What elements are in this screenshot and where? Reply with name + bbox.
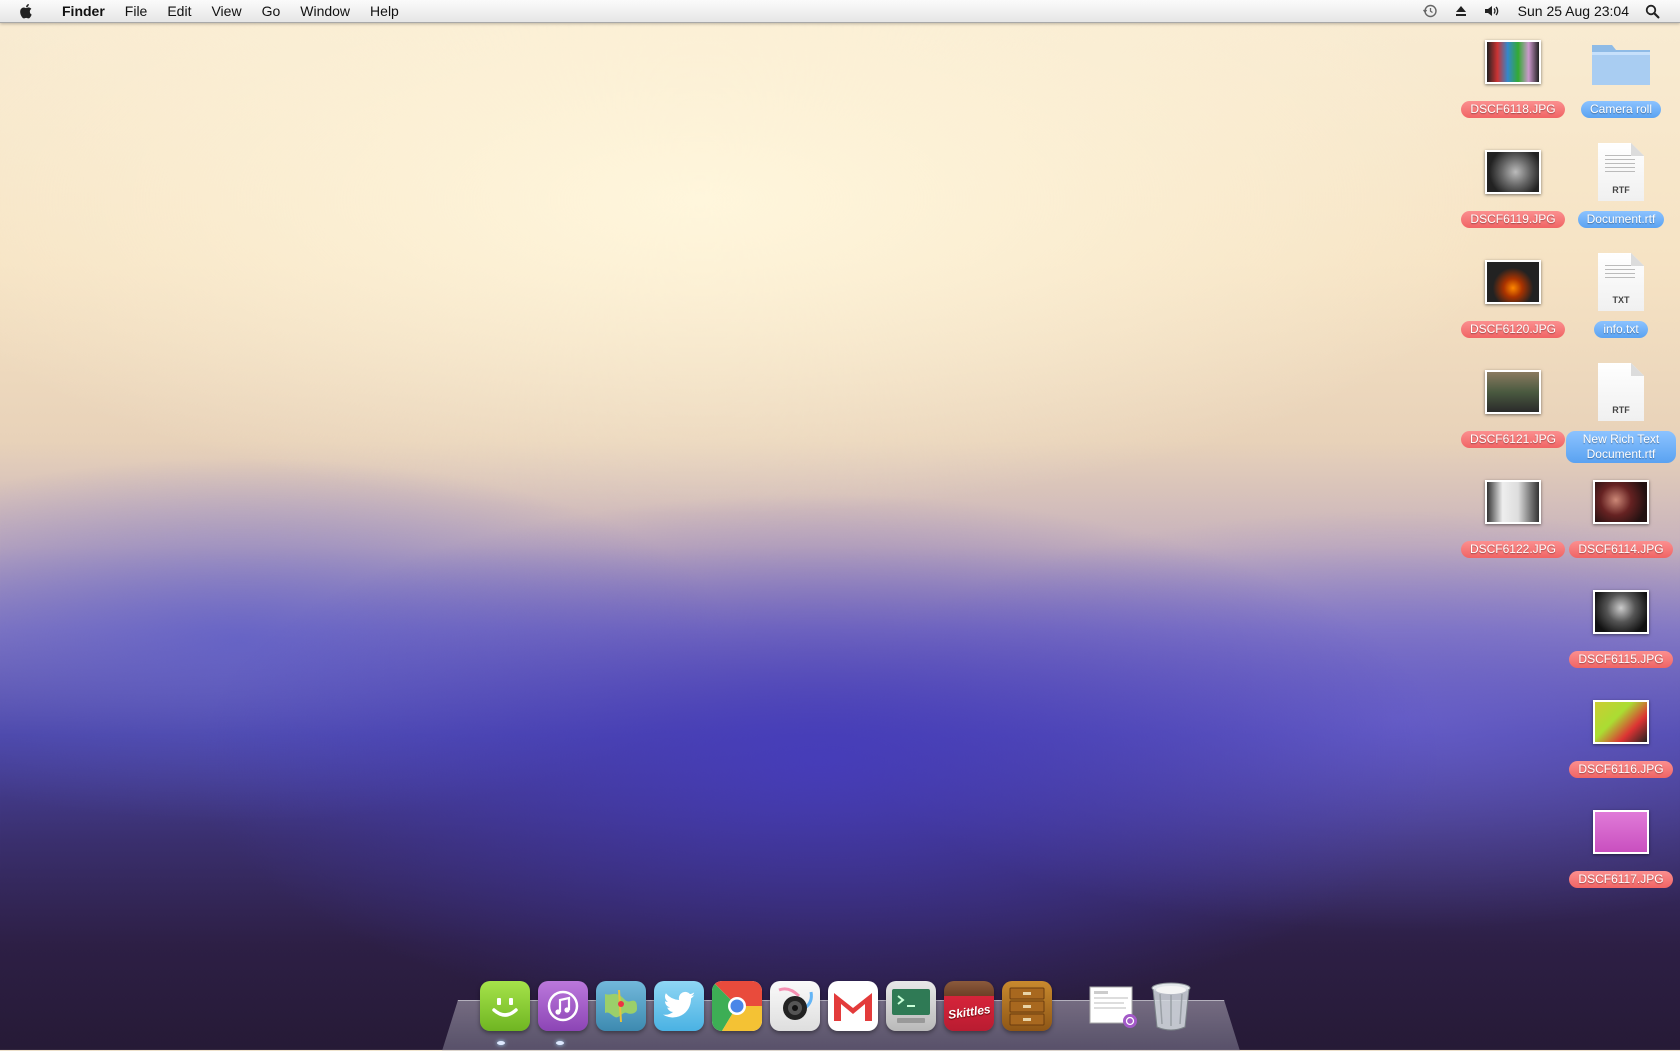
apple-menu-icon[interactable] <box>18 3 38 19</box>
menu-file[interactable]: File <box>115 0 158 22</box>
gmail-icon[interactable] <box>828 981 878 1031</box>
desktop-icon-photo[interactable]: DSCF6120.JPG <box>1459 251 1567 338</box>
menu-clock[interactable]: Sun 25 Aug 23:04 <box>1518 3 1629 19</box>
rtf-document-icon: RTF <box>1598 363 1644 421</box>
photo-thumbnail <box>1485 40 1541 84</box>
desktop-icon-photo[interactable]: DSCF6121.JPG <box>1459 361 1567 448</box>
desktop-icon-photo[interactable]: DSCF6116.JPG <box>1567 691 1675 778</box>
folder-icon <box>1592 45 1650 85</box>
desktop-icon-label: info.txt <box>1594 321 1648 338</box>
desktop-icon-document[interactable]: TXT info.txt <box>1567 251 1675 338</box>
desktop-icon-label: DSCF6120.JPG <box>1460 321 1566 338</box>
desktop-icon-label: DSCF6121.JPG <box>1460 431 1566 448</box>
camera-icon[interactable] <box>770 981 820 1031</box>
photo-thumbnail <box>1485 260 1541 304</box>
desktop-icon-photo[interactable]: DSCF6118.JPG <box>1459 31 1567 118</box>
menu-go[interactable]: Go <box>252 0 291 22</box>
desktop-icon-folder[interactable]: Camera roll <box>1567 31 1675 118</box>
menu-window[interactable]: Window <box>290 0 360 22</box>
desktop-icon-label: New Rich Text Document.rtf <box>1566 431 1676 463</box>
dock: Skittles <box>476 979 1200 1031</box>
desktop-icon-photo[interactable]: DSCF6114.JPG <box>1567 471 1675 558</box>
desktop-icon-label: DSCF6115.JPG <box>1569 651 1673 668</box>
desktop-icon-photo[interactable]: DSCF6122.JPG <box>1459 471 1567 558</box>
desktop-icon-label: DSCF6122.JPG <box>1460 541 1566 558</box>
txt-document-icon: TXT <box>1598 253 1644 311</box>
desktop-icon-label: DSCF6114.JPG <box>1569 541 1673 558</box>
photo-thumbnail <box>1485 480 1541 524</box>
desktop-icon-label: DSCF6116.JPG <box>1569 761 1673 778</box>
documents-stack-icon[interactable] <box>1088 981 1138 1031</box>
desktop-icon-document[interactable]: RTF New Rich Text Document.rtf <box>1566 361 1676 463</box>
menu-bar: Finder File Edit View Go Window Help Sun… <box>0 0 1680 23</box>
terminal-icon[interactable] <box>886 981 936 1031</box>
desktop-icon-label: DSCF6118.JPG <box>1461 101 1565 118</box>
running-indicator <box>556 1041 564 1045</box>
finder-smiley-icon[interactable] <box>480 981 530 1031</box>
skittles-icon[interactable]: Skittles <box>944 981 994 1031</box>
desktop-icon-photo[interactable]: DSCF6115.JPG <box>1567 581 1675 668</box>
trash-icon[interactable] <box>1146 981 1196 1031</box>
drawer-icon[interactable] <box>1002 981 1052 1031</box>
menu-view[interactable]: View <box>201 0 251 22</box>
itunes-icon[interactable] <box>538 981 588 1031</box>
photo-thumbnail <box>1593 810 1649 854</box>
maps-icon[interactable] <box>596 981 646 1031</box>
menu-help[interactable]: Help <box>360 0 409 22</box>
running-indicator <box>497 1041 505 1045</box>
eject-icon[interactable] <box>1454 4 1468 18</box>
photo-thumbnail <box>1485 150 1541 194</box>
desktop-icon-label: DSCF6119.JPG <box>1461 211 1565 228</box>
desktop-icon-label: Document.rtf <box>1577 211 1665 228</box>
rtf-document-icon: RTF <box>1598 143 1644 201</box>
photo-thumbnail <box>1593 590 1649 634</box>
spotlight-search-icon[interactable] <box>1645 4 1660 19</box>
photo-thumbnail <box>1593 480 1649 524</box>
desktop-icon-document[interactable]: RTF Document.rtf <box>1567 141 1675 228</box>
photo-thumbnail <box>1485 370 1541 414</box>
desktop-icon-photo[interactable]: DSCF6117.JPG <box>1567 801 1675 888</box>
volume-icon[interactable] <box>1484 4 1502 18</box>
skittles-label: Skittles <box>946 1002 992 1022</box>
chrome-icon[interactable] <box>712 981 762 1031</box>
photo-thumbnail <box>1593 700 1649 744</box>
desktop-icon-label: Camera roll <box>1580 101 1661 118</box>
menu-edit[interactable]: Edit <box>157 0 201 22</box>
menu-finder[interactable]: Finder <box>52 0 115 22</box>
time-machine-icon[interactable] <box>1422 3 1438 19</box>
desktop-icon-label: DSCF6117.JPG <box>1569 871 1673 888</box>
twitter-icon[interactable] <box>654 981 704 1031</box>
desktop-icon-photo[interactable]: DSCF6119.JPG <box>1459 141 1567 228</box>
